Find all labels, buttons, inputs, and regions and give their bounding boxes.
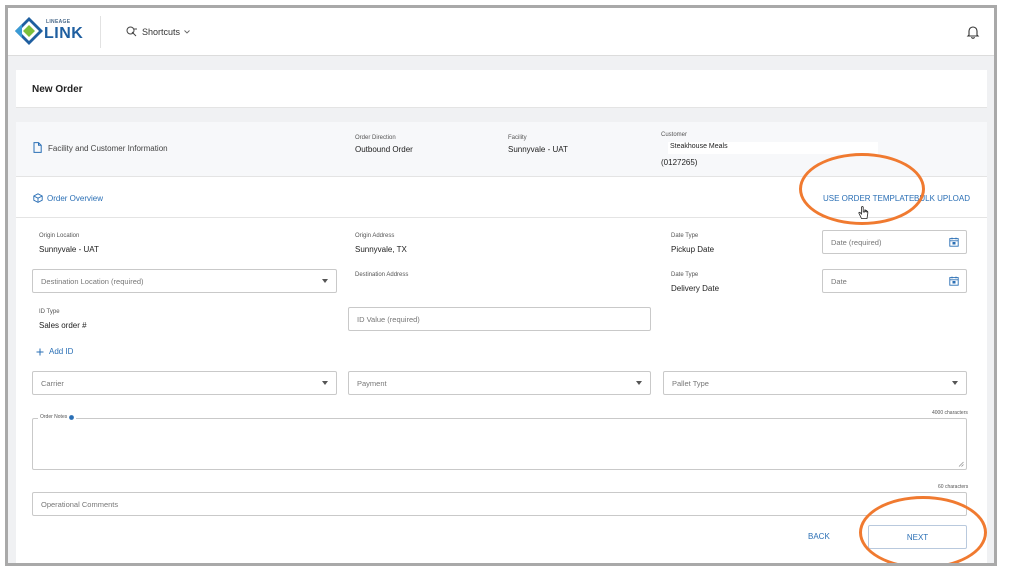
chevron-down-icon: [184, 29, 190, 34]
next-button-label: NEXT: [906, 532, 929, 542]
customer-label: Customer: [661, 132, 688, 138]
payment-select[interactable]: Payment: [348, 371, 651, 395]
order-overview-label: Order Overview: [47, 194, 104, 203]
date-type-label-delivery: Date Type: [671, 272, 699, 278]
calendar-icon[interactable]: [949, 237, 959, 247]
pallet-type-select[interactable]: Pallet Type: [663, 371, 967, 395]
customer-id: (0127265): [661, 158, 698, 167]
id-type-label: ID Type: [39, 309, 60, 315]
customer-name: Steakhouse Meals: [670, 143, 728, 150]
lineage-link-logo[interactable]: LINEAGE LINK: [14, 16, 84, 48]
info-icon[interactable]: [69, 414, 75, 420]
date-type-value-pickup: Pickup Date: [671, 245, 715, 254]
shortcuts-menu[interactable]: Shortcuts: [126, 26, 190, 37]
new-order-form: Facility and Customer Information Order …: [16, 122, 987, 563]
order-notes-label: Order Notes: [40, 414, 68, 420]
dropdown-caret-icon: [322, 279, 328, 283]
delivery-date-placeholder: Date: [831, 276, 847, 286]
resize-handle-icon[interactable]: [958, 461, 964, 467]
order-notes-label-group: Order Notes: [38, 414, 77, 420]
destination-location-select[interactable]: Destination Location (required): [32, 269, 337, 293]
cube-icon: [33, 193, 43, 203]
origin-address-label: Origin Address: [355, 233, 395, 239]
shortcuts-label: Shortcuts: [142, 26, 181, 37]
calendar-icon[interactable]: [949, 276, 959, 286]
page-title: New Order: [32, 84, 83, 95]
top-navigation-bar: LINEAGE LINK Shortcuts: [8, 8, 994, 56]
operational-comments-placeholder: Operational Comments: [41, 499, 119, 509]
add-id-button[interactable]: Add ID: [36, 347, 73, 356]
pickup-date-placeholder: Date (required): [831, 237, 882, 247]
date-type-label-pickup: Date Type: [671, 233, 699, 239]
dropdown-caret-icon: [636, 381, 642, 385]
id-type-value: Sales order #: [39, 321, 87, 330]
logo-diamond-icon: [15, 17, 43, 45]
shortcuts-icon: [126, 26, 137, 37]
order-overview-header: Order Overview USE ORDER TEMPLATE BULK U…: [16, 178, 987, 219]
order-direction-value: Outbound Order: [355, 145, 413, 154]
origin-address-value: Sunnyvale, TX: [355, 245, 407, 254]
carrier-select[interactable]: Carrier: [32, 371, 337, 395]
origin-location-label: Origin Location: [39, 233, 80, 239]
pallet-type-placeholder: Pallet Type: [672, 378, 709, 388]
order-notes-char-limit: 4000 characters: [932, 410, 968, 416]
use-order-template-button[interactable]: USE ORDER TEMPLATE: [823, 194, 914, 203]
bulk-upload-button[interactable]: BULK UPLOAD: [914, 194, 970, 203]
facility-section-label: Facility and Customer Information: [48, 144, 168, 153]
destination-address-label: Destination Address: [355, 272, 409, 278]
destination-location-placeholder: Destination Location (required): [41, 276, 144, 286]
hand-cursor-icon: [858, 206, 869, 219]
carrier-placeholder: Carrier: [41, 378, 64, 388]
dropdown-caret-icon: [952, 381, 958, 385]
back-button[interactable]: BACK: [808, 532, 830, 541]
date-type-value-delivery: Delivery Date: [671, 284, 720, 293]
operational-comments-char-limit: 60 characters: [938, 484, 969, 490]
dropdown-caret-icon: [322, 381, 328, 385]
logo-main-text: LINK: [44, 25, 84, 42]
pickup-date-input[interactable]: Date (required): [822, 230, 967, 254]
order-direction-label: Order Direction: [355, 135, 396, 141]
plus-icon: [36, 348, 44, 355]
facility-label: Facility: [508, 135, 527, 141]
header-divider: [100, 16, 101, 48]
id-value-input[interactable]: ID Value (required): [348, 307, 651, 331]
facility-value: Sunnyvale - UAT: [508, 145, 568, 154]
add-id-label: Add ID: [49, 347, 74, 356]
id-value-placeholder: ID Value (required): [357, 314, 420, 324]
order-notes-textarea[interactable]: [32, 418, 967, 470]
document-icon: [33, 142, 42, 153]
payment-placeholder: Payment: [357, 378, 387, 388]
page-title-card: New Order: [16, 70, 987, 108]
bell-icon[interactable]: [966, 25, 980, 39]
delivery-date-input[interactable]: Date: [822, 269, 967, 293]
browser-frame: LINEAGE LINK Shortcuts New Order Facilit…: [5, 5, 997, 566]
operational-comments-input[interactable]: Operational Comments: [32, 492, 967, 516]
origin-location-value: Sunnyvale - UAT: [39, 245, 99, 254]
next-button[interactable]: NEXT: [868, 525, 967, 549]
facility-customer-section: Facility and Customer Information Order …: [16, 122, 987, 177]
